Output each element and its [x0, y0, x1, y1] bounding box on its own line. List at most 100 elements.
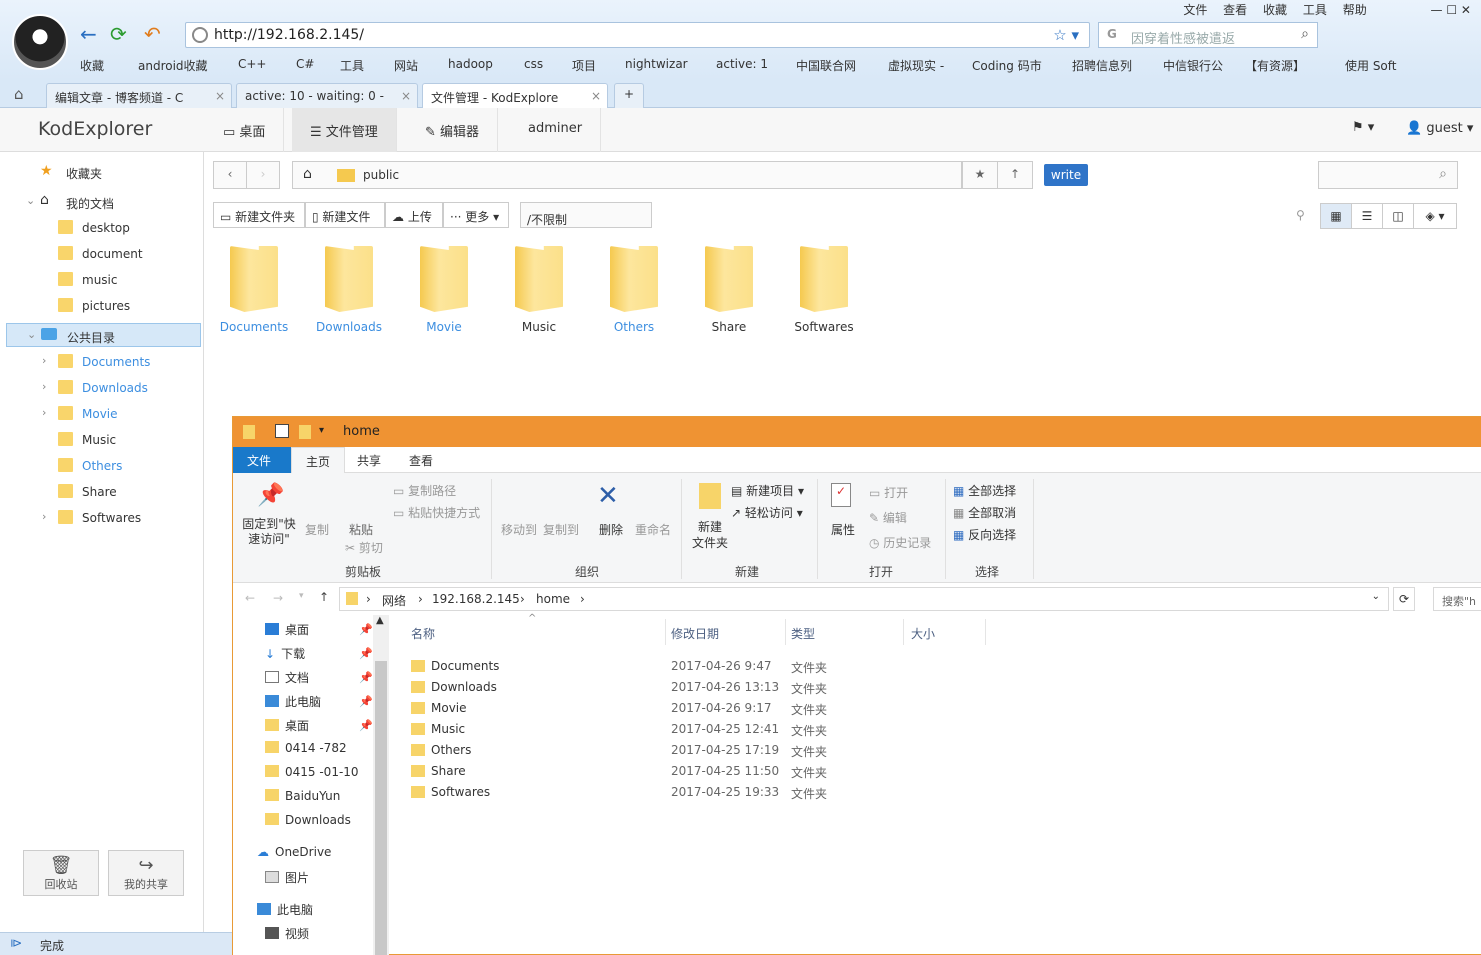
file-row[interactable]: Softwares 2017-04-25 19:33 文件夹 — [403, 782, 1003, 803]
tree-item-softwares[interactable]: › Softwares — [0, 506, 202, 530]
folder-tile[interactable]: Documents — [214, 246, 294, 338]
menu-favorites[interactable]: 收藏 — [1263, 3, 1287, 17]
nav-item-baiduyun[interactable]: BaiduYun — [265, 789, 340, 803]
forward-button[interactable]: › — [246, 161, 280, 189]
chevron-right-icon[interactable]: › — [580, 592, 585, 606]
nav-item-onedrive[interactable]: ☁ OneDrive — [257, 845, 331, 859]
tab-file[interactable]: 文件 — [233, 447, 291, 473]
select-all-button[interactable]: ▦ 全部选择 — [953, 482, 1016, 499]
upload-button[interactable]: ☁ 上传 — [385, 202, 443, 228]
more-button[interactable]: ··· 更多 ▾ — [443, 202, 509, 228]
nav-file-manager[interactable]: ☰ 文件管理 — [292, 108, 397, 152]
tree-item-share[interactable]: Share — [0, 480, 202, 504]
file-row[interactable]: Documents 2017-04-26 9:47 文件夹 — [403, 656, 1003, 677]
back-icon[interactable]: ← — [80, 23, 97, 45]
column-modified[interactable]: 修改日期 — [671, 625, 719, 642]
tree-item-downloads[interactable]: › Downloads — [0, 376, 202, 400]
nav-scrollbar[interactable]: ▲ — [373, 615, 389, 955]
path-segment[interactable]: public — [363, 168, 399, 182]
bookmark-item[interactable]: 中国联合网 — [796, 57, 856, 74]
chevron-right-icon[interactable]: › — [42, 380, 46, 393]
home-icon[interactable]: ⌂ — [14, 85, 24, 103]
file-row[interactable]: Movie 2017-04-26 9:17 文件夹 — [403, 698, 1003, 719]
tree-item-others[interactable]: Others — [0, 454, 202, 478]
recycle-bin-button[interactable]: 🗑 回收站 — [23, 850, 99, 896]
chevron-right-icon[interactable]: › — [42, 354, 46, 367]
pin-icon[interactable]: 📌 — [359, 647, 373, 660]
chevron-right-icon[interactable]: › — [42, 510, 46, 523]
bookmark-item[interactable]: css — [524, 57, 543, 71]
folder-tile[interactable]: Downloads — [309, 246, 389, 338]
bookmark-item[interactable]: 招聘信息列 — [1072, 57, 1132, 74]
menu-file[interactable]: 文件 — [1183, 3, 1207, 17]
grid-view-icon[interactable]: ▦ — [1320, 203, 1352, 229]
tab-kodexplorer[interactable]: 文件管理 - KodExplore × — [422, 83, 608, 108]
window-controls[interactable]: — ☐ ✕ — [1431, 3, 1471, 17]
nav-item-videos[interactable]: 视频 — [265, 925, 309, 942]
column-divider[interactable] — [985, 619, 986, 645]
nav-item-desktop[interactable]: 桌面 — [265, 621, 309, 638]
pin-icon[interactable]: 📌 — [359, 695, 373, 708]
refresh-icon[interactable]: ⟳ — [110, 23, 127, 45]
refresh-icon[interactable]: ⟳ — [1393, 587, 1415, 611]
rename-button[interactable]: 重命名 — [635, 521, 671, 538]
search-icon[interactable]: ⌕ — [1439, 166, 1447, 182]
tree-favorites[interactable]: ★ 收藏夹 — [0, 160, 202, 184]
chevron-right-icon[interactable]: › — [520, 592, 525, 606]
bookmark-item[interactable]: 工具 — [340, 57, 364, 74]
menu-view[interactable]: 查看 — [1223, 3, 1247, 17]
column-divider[interactable] — [785, 619, 786, 645]
address-segment[interactable]: 192.168.2.145 — [432, 592, 520, 606]
tab-active[interactable]: active: 10 - waiting: 0 - × — [236, 83, 418, 108]
column-divider[interactable] — [665, 619, 666, 645]
up-arrow-icon[interactable]: ↑ — [997, 161, 1033, 189]
new-folder-button[interactable]: ▭ 新建文件夹 — [213, 202, 305, 228]
open-button[interactable]: ▭ 打开 — [869, 484, 908, 501]
explorer-address-bar[interactable]: › 网络 › 192.168.2.145 › home › ⌄ — [339, 587, 1389, 611]
tree-item-desktop[interactable]: desktop — [0, 216, 202, 240]
bookmark-item[interactable]: Coding 码市 — [972, 57, 1042, 74]
nav-item-this-pc-2[interactable]: 此电脑 — [257, 901, 313, 918]
chevron-right-icon[interactable]: › — [42, 406, 46, 419]
scrollbar-thumb[interactable] — [375, 661, 387, 955]
up-arrow-icon[interactable]: ↑ — [319, 590, 329, 604]
nav-item-folder[interactable]: 0415 -01-10 — [265, 765, 359, 779]
kod-search-input[interactable]: ⌕ — [1318, 161, 1458, 189]
folder-tile[interactable]: Movie — [404, 246, 484, 338]
path-bar[interactable]: ⌂ public — [292, 161, 962, 189]
search-icon[interactable]: ⌕ — [1301, 26, 1309, 42]
tree-item-documents[interactable]: › Documents — [0, 350, 202, 374]
theme-menu-icon[interactable]: ◈ ▾ — [1413, 203, 1457, 229]
close-icon[interactable]: × — [215, 89, 225, 103]
tree-item-music[interactable]: music — [0, 268, 202, 292]
bookmark-item[interactable]: C++ — [238, 57, 267, 71]
file-row[interactable]: Music 2017-04-25 12:41 文件夹 — [403, 719, 1003, 740]
new-folder-icon[interactable] — [299, 425, 311, 439]
bookmark-item[interactable]: android收藏 — [138, 57, 208, 74]
new-folder-button[interactable]: 新建 文件夹 — [687, 519, 733, 551]
history-button[interactable]: ◷ 历史记录 — [869, 534, 931, 551]
tree-item-music-public[interactable]: Music — [0, 428, 202, 452]
tab-share[interactable]: 共享 — [343, 447, 395, 473]
chevron-down-icon[interactable]: ⌄ — [26, 194, 35, 207]
list-view-icon[interactable]: ☰ — [1351, 203, 1383, 229]
file-row[interactable]: Share 2017-04-25 11:50 文件夹 — [403, 761, 1003, 782]
bookmark-item[interactable]: C# — [296, 57, 314, 71]
nav-editor[interactable]: ✎ 编辑器 — [407, 108, 499, 152]
flag-icon[interactable]: ⚑ ▾ — [1352, 120, 1374, 135]
star-icon[interactable]: ★ — [962, 161, 998, 189]
nav-adminer[interactable]: adminer — [510, 108, 602, 152]
pin-quick-access-button[interactable]: 固定到"快速访问" — [241, 517, 297, 547]
tab-home[interactable]: 主页 — [291, 447, 346, 473]
tree-item-movie[interactable]: › Movie — [0, 402, 202, 426]
back-arrow-icon[interactable]: ← — [245, 591, 255, 605]
file-row[interactable]: Downloads 2017-04-26 13:13 文件夹 — [403, 677, 1003, 698]
copy-button[interactable]: 复制 — [305, 521, 329, 538]
chevron-right-icon[interactable]: › — [418, 592, 423, 606]
new-file-button[interactable]: ▯ 新建文件 — [305, 202, 385, 228]
user-menu[interactable]: 👤 guest ▾ — [1406, 121, 1473, 136]
file-row[interactable]: Others 2017-04-25 17:19 文件夹 — [403, 740, 1003, 761]
address-segment[interactable]: 网络 — [382, 592, 406, 609]
properties-button[interactable]: 属性 — [831, 521, 855, 538]
menu-help[interactable]: 帮助 — [1343, 3, 1367, 17]
